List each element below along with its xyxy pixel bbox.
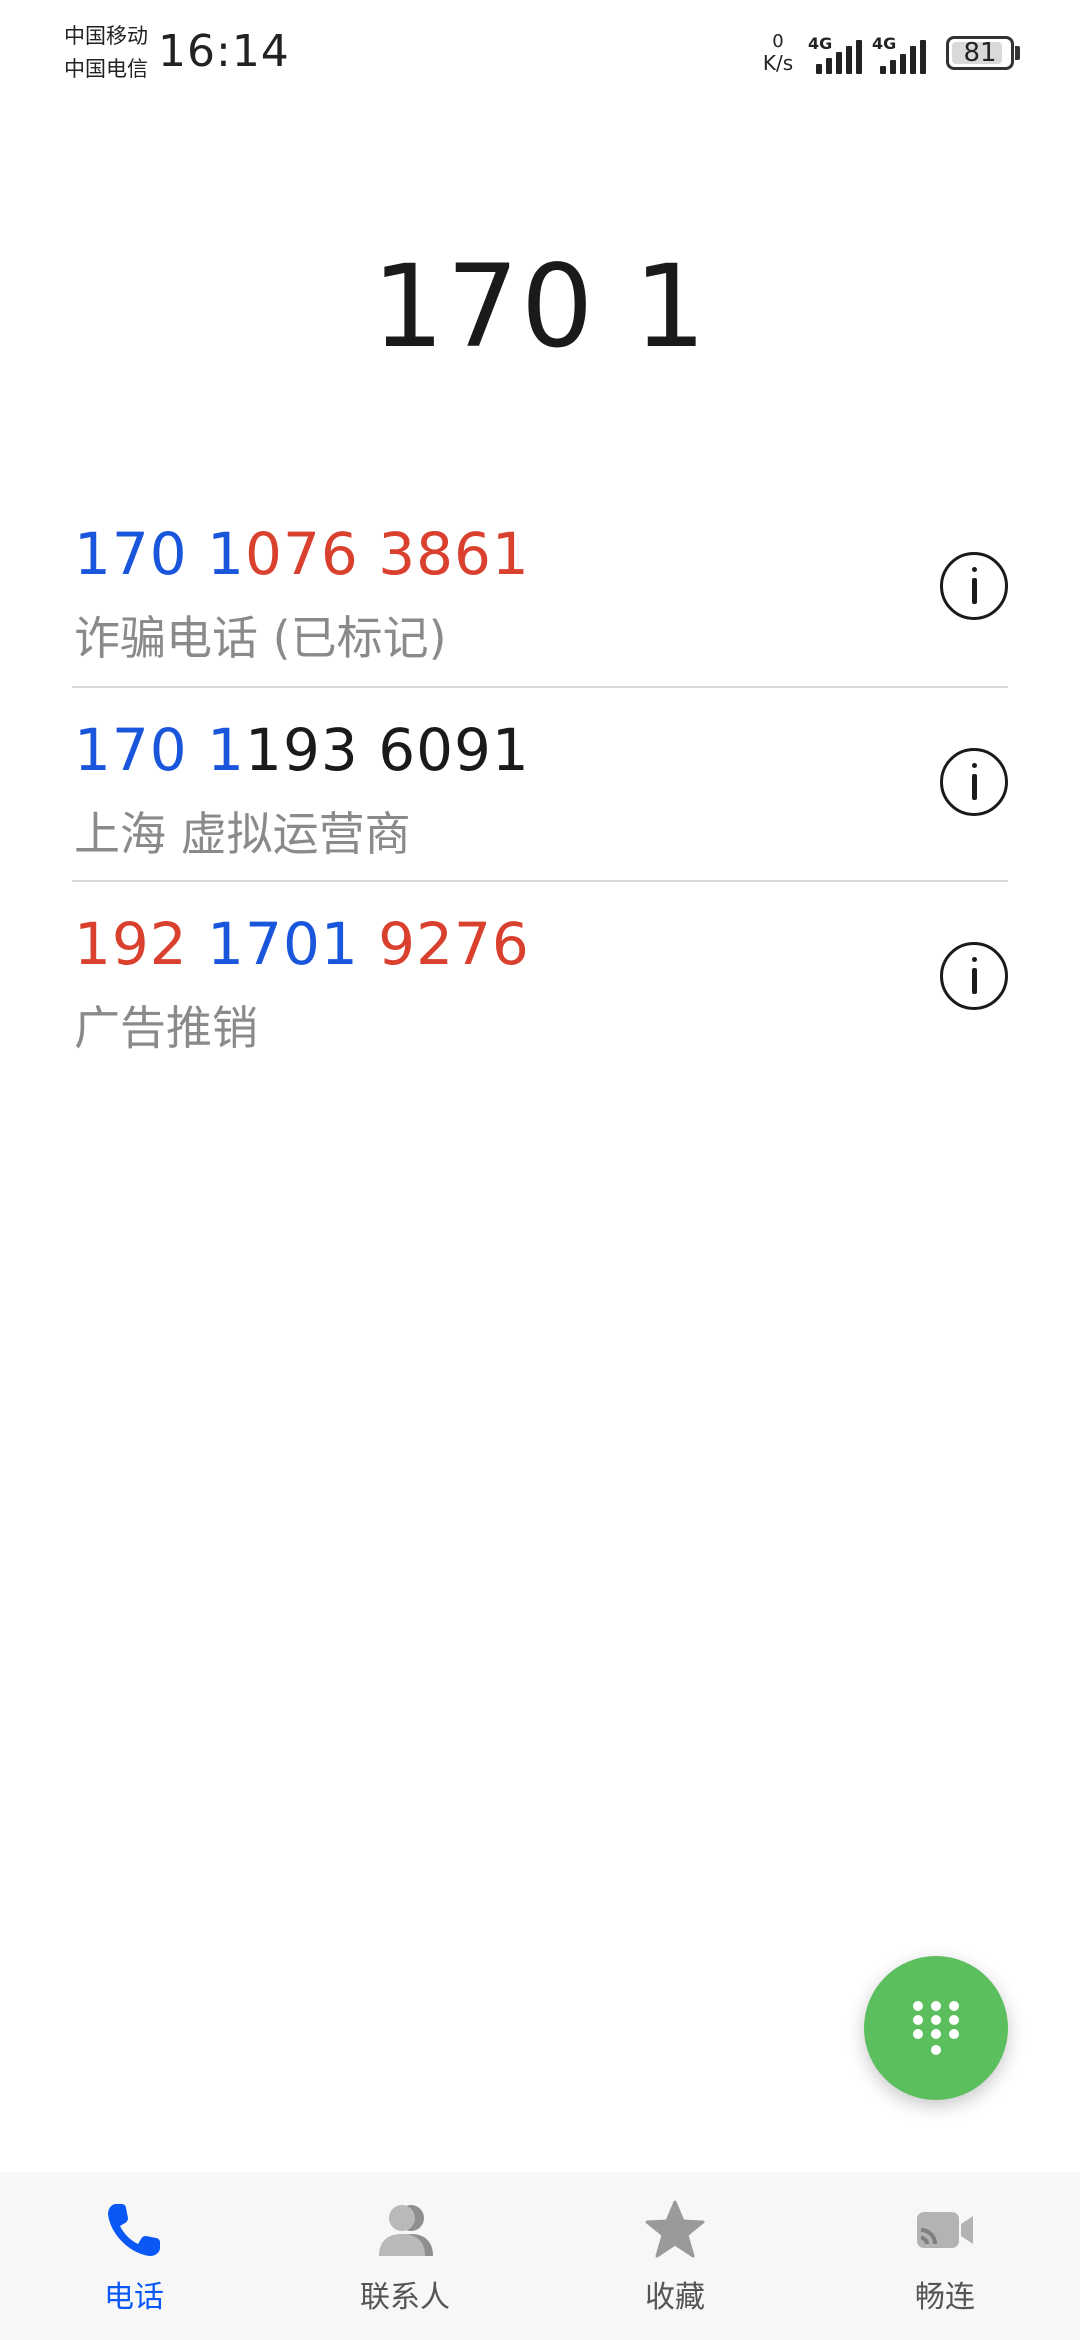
dialpad-button[interactable]: [864, 1956, 1008, 2100]
info-icon[interactable]: [940, 552, 1008, 620]
number-segment: 1701: [207, 910, 359, 978]
phone-icon: [108, 2204, 160, 2256]
result-item[interactable]: 192 1701 9276 广告推销: [72, 880, 1008, 1074]
result-item[interactable]: 170 1193 6091 上海 虚拟运营商: [72, 686, 1008, 880]
result-label: 上海 虚拟运营商: [74, 807, 411, 861]
info-icon[interactable]: [940, 748, 1008, 816]
number-segment: 170 1: [74, 716, 246, 784]
result-item[interactable]: 170 1076 3861 诈骗电话 (已标记): [72, 492, 1008, 686]
signal-strength-icon: 4G: [872, 34, 932, 74]
carrier-1: 中国移动: [64, 24, 148, 48]
tab-phone-label: 电话: [104, 2280, 164, 2315]
dialpad-icon: [913, 2001, 959, 2055]
signal-strength-icon: 4G: [808, 34, 868, 74]
star-icon: [645, 2200, 705, 2258]
carrier-2: 中国电信: [64, 57, 148, 81]
tab-favorites[interactable]: 收藏: [575, 2172, 775, 2340]
info-icon[interactable]: [940, 942, 1008, 1010]
bottom-navigation: 电话 联系人 收藏 畅连: [0, 2172, 1080, 2340]
battery-level: 81: [963, 38, 997, 68]
network-speed: 0 K/s: [758, 31, 798, 75]
network-speed-unit: K/s: [762, 51, 794, 75]
tab-contacts[interactable]: 联系人: [305, 2172, 505, 2340]
meetime-icon: [917, 2212, 973, 2248]
number-segment: 170 1: [74, 520, 246, 588]
tab-favorites-label: 收藏: [645, 2280, 705, 2315]
battery-icon: 81: [946, 36, 1014, 70]
contacts-icon: [379, 2205, 433, 2256]
result-label: 广告推销: [74, 1001, 258, 1055]
tab-contacts-label: 联系人: [360, 2280, 450, 2315]
result-label: 诈骗电话 (已标记): [74, 611, 447, 665]
status-bar: 中国移动 中国电信 16:14 0 K/s 4G 4G 81: [0, 0, 1080, 110]
number-segment: 193 6091: [245, 716, 530, 784]
tab-phone[interactable]: 电话: [34, 2172, 234, 2340]
carrier-info: 中国移动 中国电信: [64, 20, 148, 86]
search-results-list: 170 1076 3861 诈骗电话 (已标记) 170 1193 6091 上…: [72, 492, 1008, 1074]
result-phone-number: 170 1193 6091: [74, 716, 530, 784]
network-speed-value: 0: [772, 31, 784, 52]
dialed-number[interactable]: 170 1: [0, 240, 1080, 373]
battery-cap: [1015, 46, 1020, 60]
result-phone-number: 170 1076 3861: [74, 520, 530, 588]
number-segment: 9276: [358, 910, 530, 978]
number-segment: 076 3861: [245, 520, 530, 588]
result-phone-number: 192 1701 9276: [74, 910, 530, 978]
tab-meetime-label: 畅连: [915, 2280, 975, 2315]
number-segment: 192: [74, 910, 208, 978]
tab-meetime[interactable]: 畅连: [845, 2172, 1045, 2340]
status-time: 16:14: [158, 26, 290, 77]
